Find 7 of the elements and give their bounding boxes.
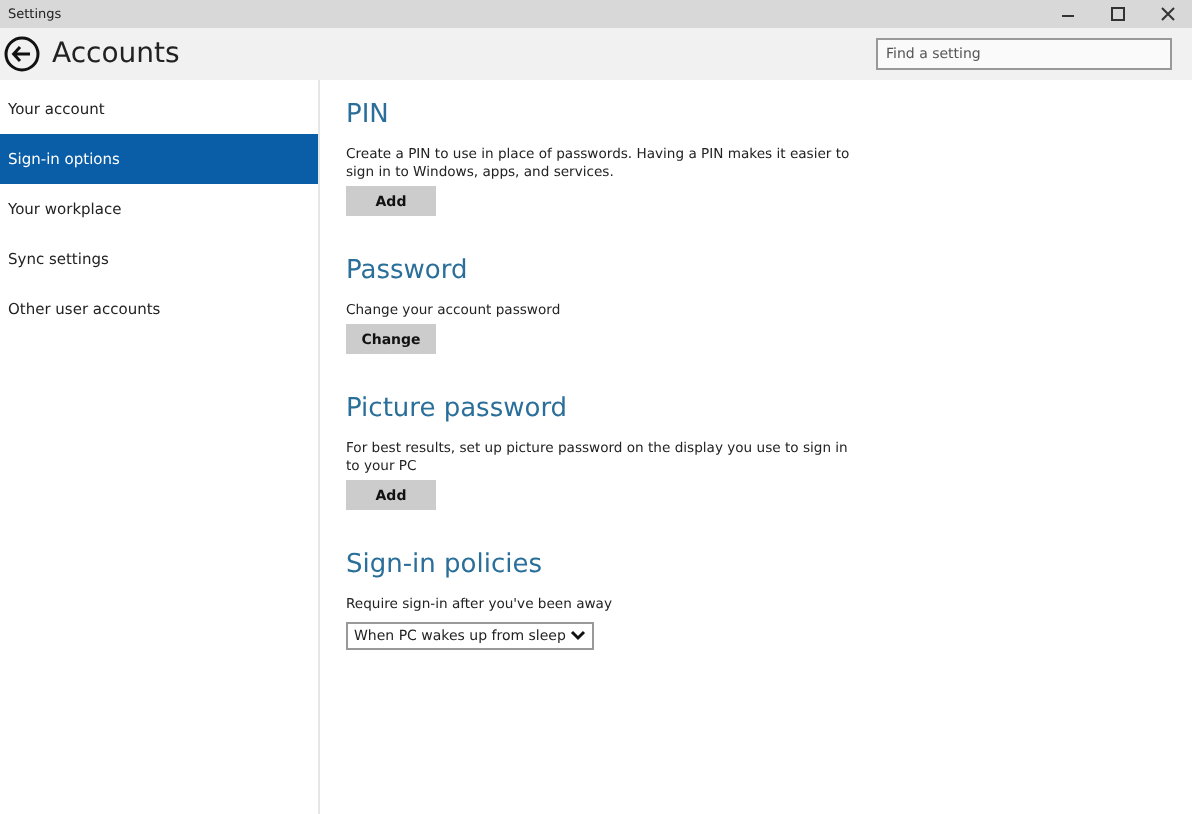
chevron-icon [570, 630, 586, 642]
section-heading: Password [346, 256, 470, 286]
section-heading: Sign-in policies [346, 550, 544, 580]
section-heading: PIN [346, 100, 391, 130]
page-title: Accounts [52, 38, 182, 70]
section-heading: Picture password [346, 394, 570, 424]
back-icon[interactable] [4, 36, 40, 72]
